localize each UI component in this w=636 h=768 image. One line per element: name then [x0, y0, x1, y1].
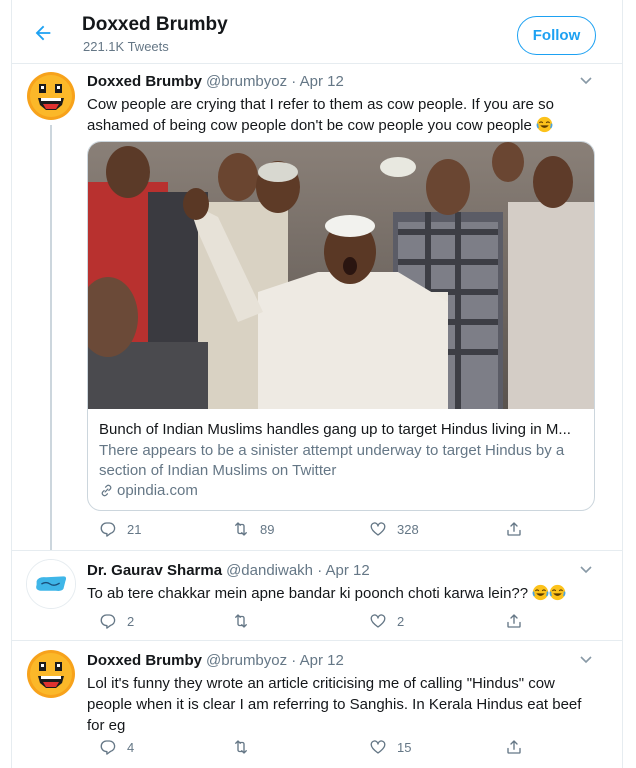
author-name[interactable]: Doxxed Brumby	[87, 73, 202, 90]
share-button[interactable]	[505, 520, 533, 538]
retweet-count: 89	[260, 521, 275, 537]
tweet-text: Lol it's funny they wrote an article cri…	[87, 673, 597, 736]
share-icon	[507, 522, 521, 536]
like-count: 15	[397, 739, 412, 755]
reply-count: 21	[127, 521, 142, 537]
author-handle-date[interactable]: @brumbyoz · Apr 12	[206, 652, 344, 669]
author-name[interactable]: Dr. Gaurav Sharma	[87, 562, 222, 579]
timeline-column: Doxxed Brumby 221.1K Tweets Follow Doxxe…	[11, 0, 623, 768]
like-button[interactable]: 15	[369, 738, 411, 756]
author-name[interactable]: Doxxed Brumby	[87, 652, 202, 669]
blue-logo-avatar[interactable]	[26, 559, 76, 609]
tweet[interactable]: Doxxed Brumby @brumbyoz · Apr 12 Lol it's…	[12, 640, 622, 768]
card-image[interactable]	[88, 142, 594, 409]
reply-button[interactable]: 21	[99, 520, 141, 538]
retweet-button[interactable]: 89	[232, 520, 274, 538]
share-icon	[507, 614, 521, 628]
tweet-actions: 2 2	[87, 612, 527, 632]
heart-icon	[370, 740, 386, 754]
tweet-actions: 4 15	[87, 738, 527, 758]
tweet-header: Doxxed Brumby @brumbyoz · Apr 12	[87, 73, 344, 90]
tweet-text: Cow people are crying that I refer to th…	[87, 94, 597, 136]
heart-icon	[370, 522, 386, 536]
tweet-body: Lol it's funny they wrote an article cri…	[87, 675, 582, 734]
heart-icon	[370, 614, 386, 628]
back-arrow-icon[interactable]	[32, 22, 54, 44]
link-icon	[101, 484, 112, 497]
author-handle-date[interactable]: @dandiwakh · Apr 12	[226, 562, 370, 579]
card-description: There appears to be a sinister attempt u…	[99, 442, 565, 479]
chevron-down-icon[interactable]	[579, 652, 593, 666]
smiley-face-avatar[interactable]	[26, 649, 76, 699]
joy-emoji-icon	[536, 116, 553, 133]
like-button[interactable]: 2	[369, 612, 404, 630]
reply-icon	[100, 614, 116, 629]
reply-count: 2	[127, 613, 135, 629]
tweet[interactable]: Dr. Gaurav Sharma @dandiwakh · Apr 12 To …	[12, 550, 622, 640]
reply-button[interactable]: 2	[99, 612, 134, 630]
tweet[interactable]: Doxxed Brumby @brumbyoz · Apr 12 Cow peop…	[12, 65, 622, 550]
retweet-icon	[235, 522, 247, 536]
profile-header: Doxxed Brumby 221.1K Tweets Follow	[12, 0, 622, 64]
card-title[interactable]: Bunch of Indian Muslims handles gang up …	[99, 420, 589, 440]
retweet-icon	[235, 614, 247, 628]
tweet-header: Doxxed Brumby @brumbyoz · Apr 12	[87, 652, 344, 669]
chevron-down-icon[interactable]	[579, 562, 593, 576]
follow-button[interactable]: Follow	[517, 16, 596, 55]
share-button[interactable]	[505, 612, 533, 630]
joy-emoji-icon	[549, 584, 566, 601]
reply-icon	[100, 740, 116, 755]
like-button[interactable]: 328	[369, 520, 419, 538]
like-count: 328	[397, 521, 419, 537]
tweet-header: Dr. Gaurav Sharma @dandiwakh · Apr 12	[87, 562, 370, 579]
share-icon	[507, 740, 521, 754]
reply-button[interactable]: 4	[99, 738, 134, 756]
link-card[interactable]: Bunch of Indian Muslims handles gang up …	[87, 141, 595, 511]
retweet-button[interactable]	[232, 612, 260, 630]
thread-line	[50, 125, 52, 550]
smiley-face-avatar[interactable]	[26, 71, 76, 121]
retweet-icon	[235, 740, 247, 754]
reply-icon	[100, 522, 116, 537]
share-button[interactable]	[505, 738, 533, 756]
profile-name: Doxxed Brumby	[82, 14, 228, 35]
tweet-actions: 21 89 328	[87, 520, 527, 540]
tweet-text: To ab tere chakkar mein apne bandar ki p…	[87, 583, 597, 604]
tweet-count: 221.1K Tweets	[83, 39, 169, 54]
card-domain-text: opindia.com	[117, 482, 198, 499]
retweet-button[interactable]	[232, 738, 260, 756]
tweet-body: To ab tere chakkar mein apne bandar ki p…	[87, 585, 529, 602]
card-domain: opindia.com	[99, 482, 198, 499]
author-handle-date[interactable]: @brumbyoz · Apr 12	[206, 73, 344, 90]
tweet-body: Cow people are crying that I refer to th…	[87, 96, 554, 134]
joy-emoji-icon	[532, 584, 549, 601]
reply-count: 4	[127, 739, 135, 755]
chevron-down-icon[interactable]	[579, 73, 593, 87]
like-count: 2	[397, 613, 405, 629]
